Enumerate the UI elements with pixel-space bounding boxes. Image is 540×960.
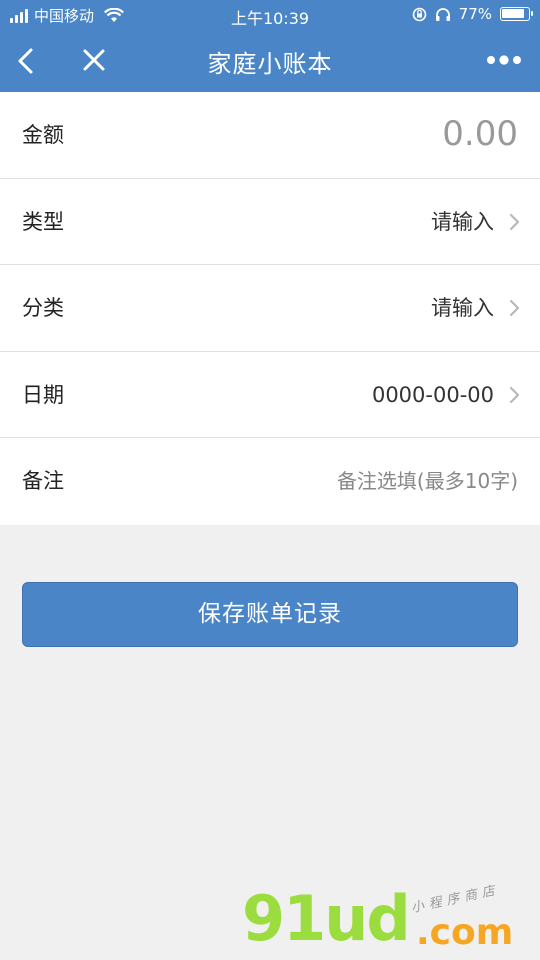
watermark-logo: 91ud .com 小程序商店 (238, 880, 538, 958)
note-input[interactable]: 备注选填(最多10字) (337, 438, 518, 524)
note-label: 备注 (22, 469, 64, 493)
watermark-main: 91ud (242, 882, 411, 955)
date-label: 日期 (22, 382, 64, 407)
chevron-right-icon (509, 213, 520, 230)
battery-percent: 77% (458, 5, 492, 23)
category-row[interactable]: 分类 请输入 (0, 265, 540, 352)
chevron-right-icon (509, 299, 520, 317)
chevron-right-icon (509, 386, 520, 403)
amount-row[interactable]: 金额 0.00 (0, 92, 540, 179)
more-icon[interactable] (486, 52, 522, 68)
note-row[interactable]: 备注 备注选填(最多10字) (0, 438, 540, 525)
amount-input[interactable]: 0.00 (442, 92, 518, 176)
amount-label: 金额 (22, 123, 64, 147)
app-header: 中国移动 上午10:39 77% 家庭小账本 (0, 0, 540, 92)
date-row[interactable]: 日期 0000-00-00 (0, 352, 540, 438)
rotation-lock-icon (412, 7, 426, 21)
headphones-icon (435, 7, 450, 21)
bill-form: 金额 0.00 类型 请输入 分类 请输入 日期 0000-00-00 备注 备… (0, 92, 540, 525)
date-picker[interactable]: 0000-00-00 (372, 352, 494, 438)
save-bill-button[interactable]: 保存账单记录 (22, 582, 518, 647)
status-right: 77% (412, 5, 533, 23)
status-bar: 中国移动 上午10:39 77% (0, 0, 540, 30)
watermark-domain: .com (416, 912, 514, 953)
type-label: 类型 (22, 209, 64, 234)
page-title: 家庭小账本 (207, 50, 333, 78)
battery-icon (500, 7, 533, 21)
type-row[interactable]: 类型 请输入 (0, 179, 540, 265)
category-label: 分类 (22, 296, 64, 320)
category-select[interactable]: 请输入 (431, 265, 494, 351)
nav-bar: 家庭小账本 (0, 30, 540, 92)
type-select[interactable]: 请输入 (431, 179, 494, 265)
